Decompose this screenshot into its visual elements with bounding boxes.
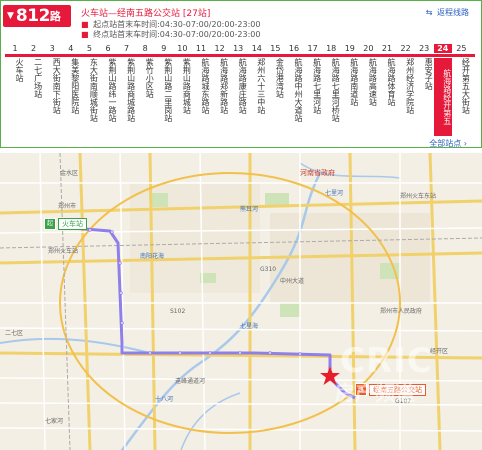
stop-number[interactable]: 25: [452, 44, 470, 53]
map-label: 七里河: [325, 189, 343, 197]
stop-number[interactable]: 6: [99, 44, 117, 53]
stop-number-row: 1 2 3 4 5 6 7 8 9 10 11 12 13 14 15 16 17 18 19 20 21 22 23 24 2…: [6, 44, 470, 54]
stop-name[interactable]: 郑州六十三中站: [248, 58, 266, 114]
stop-name[interactable]: 航海路中州大道站: [285, 58, 303, 122]
stop-name[interactable]: 航海路郑新路站: [211, 58, 229, 114]
end-hours-text: 终点站首末车时间:04:30-07:00/20:00-23:00: [93, 30, 261, 39]
park: [265, 193, 289, 205]
stop-name[interactable]: 金岱港湾站: [266, 58, 284, 98]
stop-name[interactable]: 紫荆山路商城路站: [118, 58, 136, 122]
map-label: 郑州市: [58, 202, 76, 210]
stop-name[interactable]: 紫荆山路二里岗站: [155, 58, 173, 122]
route-name: 火车站—经南五路公交站: [81, 9, 181, 19]
stop-name[interactable]: 航海路南道站: [341, 58, 359, 106]
map-label: 中州大道: [280, 277, 304, 285]
map-label: 二七区: [5, 329, 23, 337]
park: [150, 193, 168, 207]
stop-name[interactable]: 航海路七里河桥站: [322, 58, 340, 122]
route-title: 火车站—经南五路公交站 [27站]: [81, 6, 210, 19]
stop-name[interactable]: 惠安子站: [415, 58, 433, 90]
clock-icon: ■: [81, 30, 89, 39]
stop-number[interactable]: 1: [6, 44, 24, 53]
stop-number[interactable]: 16: [285, 44, 303, 53]
end-hours: ■ 终点站首末车时间:04:30-07:00/20:00-23:00: [81, 29, 261, 40]
stop-name[interactable]: 东大街南顺城街站: [80, 58, 98, 122]
stop-number[interactable]: 7: [118, 44, 136, 53]
stop-number[interactable]: 9: [155, 44, 173, 53]
park: [280, 303, 300, 317]
reverse-route-link[interactable]: ⇆ 返程线路: [426, 7, 469, 18]
stop-number[interactable]: 20: [359, 44, 377, 53]
stop-number[interactable]: 10: [173, 44, 191, 53]
stop-number[interactable]: 5: [80, 44, 98, 53]
stop-name[interactable]: 紫竹小区站: [136, 58, 154, 98]
all-stops-link[interactable]: 全部站点 ›: [429, 138, 467, 149]
clock-icon: ■: [81, 20, 89, 29]
stop-number[interactable]: 18: [322, 44, 340, 53]
stop-number[interactable]: 15: [266, 44, 284, 53]
route-number: 812: [15, 6, 51, 26]
map-label: S102: [170, 308, 185, 315]
map-label: 郑州火车东站: [400, 192, 436, 200]
stop-number[interactable]: 21: [378, 44, 396, 53]
map-label: G310: [260, 266, 276, 273]
stop-name[interactable]: 西大街南下街站: [43, 58, 61, 114]
stop-number[interactable]: 17: [304, 44, 322, 53]
start-marker-label: 火车站: [58, 218, 87, 230]
route-line: [5, 54, 475, 57]
stop-name[interactable]: 火车站: [6, 58, 24, 82]
stop-number[interactable]: 19: [341, 44, 359, 53]
stop-name[interactable]: 紫荆山路商城站: [173, 58, 191, 114]
map-label: 河南省政府: [300, 168, 335, 177]
collapse-icon[interactable]: ▼: [7, 11, 14, 21]
stop-name-row: 火车站 二七广场站 西大街南下街站 集美黎阳医院站 东大街南顺城街站 紫荆山路纬一路站 紫荆…: [6, 58, 476, 138]
route-map[interactable]: 金水区 河南省政府 郑州火车东站 七里河 郑州市 郑州火车站 熊耳河 南阳花海 …: [0, 153, 482, 450]
map-label: 南阳花海: [140, 252, 164, 260]
stop-name[interactable]: 经开第五大街站: [452, 58, 470, 114]
chevron-right-icon: ›: [463, 139, 467, 148]
stop-name[interactable]: 航海路体育站: [378, 58, 396, 106]
stop-number[interactable]: 12: [211, 44, 229, 53]
map-label: 七星海: [240, 322, 258, 330]
route-panel: ▼ 812 路 火车站—经南五路公交站 [27站] ■ 起点站首末车时间:04:…: [0, 0, 482, 148]
stop-name[interactable]: 紫荆山路纬一路站: [99, 58, 117, 122]
stop-number[interactable]: 13: [229, 44, 247, 53]
watermark-subtitle: 房产频道: [335, 381, 415, 405]
stop-number[interactable]: 2: [25, 44, 43, 53]
map-label: 金水区: [60, 169, 78, 177]
stop-name[interactable]: 航海路高速站: [359, 58, 377, 106]
swap-icon: ⇆: [425, 8, 433, 17]
reverse-route-label[interactable]: 返程线路: [437, 8, 469, 17]
stop-count: [27站]: [182, 9, 211, 19]
stop-number[interactable]: 4: [62, 44, 80, 53]
route-badge[interactable]: ▼ 812 路: [3, 5, 71, 27]
start-flag-icon: 起: [44, 218, 56, 230]
stop-name[interactable]: 航海路七里河站: [304, 58, 322, 114]
map-label: 遠峰通道河: [175, 377, 205, 385]
map-label: 郑州火车站: [48, 247, 78, 255]
stop-number[interactable]: 24: [433, 44, 452, 53]
stop-name[interactable]: 航海路经开第五: [433, 58, 452, 136]
stop-number[interactable]: 22: [397, 44, 415, 53]
map-label: 郑州市人民政府: [380, 307, 422, 315]
start-hours-text: 起点站首末车时间:04:30-07:00/20:00-23:00: [93, 20, 261, 29]
stop-name[interactable]: 航海路城东路站: [192, 58, 210, 114]
stop-name[interactable]: 集美黎阳医院站: [62, 58, 80, 114]
stop-number[interactable]: 23: [415, 44, 433, 53]
stop-number[interactable]: 8: [136, 44, 154, 53]
stop-number[interactable]: 14: [248, 44, 266, 53]
map-label: 熊耳河: [240, 205, 258, 213]
stop-number[interactable]: 11: [192, 44, 210, 53]
watermark-logo: CRIC: [340, 341, 433, 381]
all-stops-label[interactable]: 全部站点: [429, 139, 461, 148]
map-label: 十八河: [155, 395, 173, 403]
map-label: 七家河: [45, 417, 63, 425]
stop-name[interactable]: 二七广场站: [25, 58, 43, 98]
stop-name[interactable]: 郑州经济学院站: [397, 58, 415, 114]
stop-name[interactable]: 航海路康庄路站: [229, 58, 247, 114]
start-marker[interactable]: 起 火车站: [44, 218, 87, 230]
route-suffix: 路: [49, 10, 61, 23]
stop-number[interactable]: 3: [43, 44, 61, 53]
